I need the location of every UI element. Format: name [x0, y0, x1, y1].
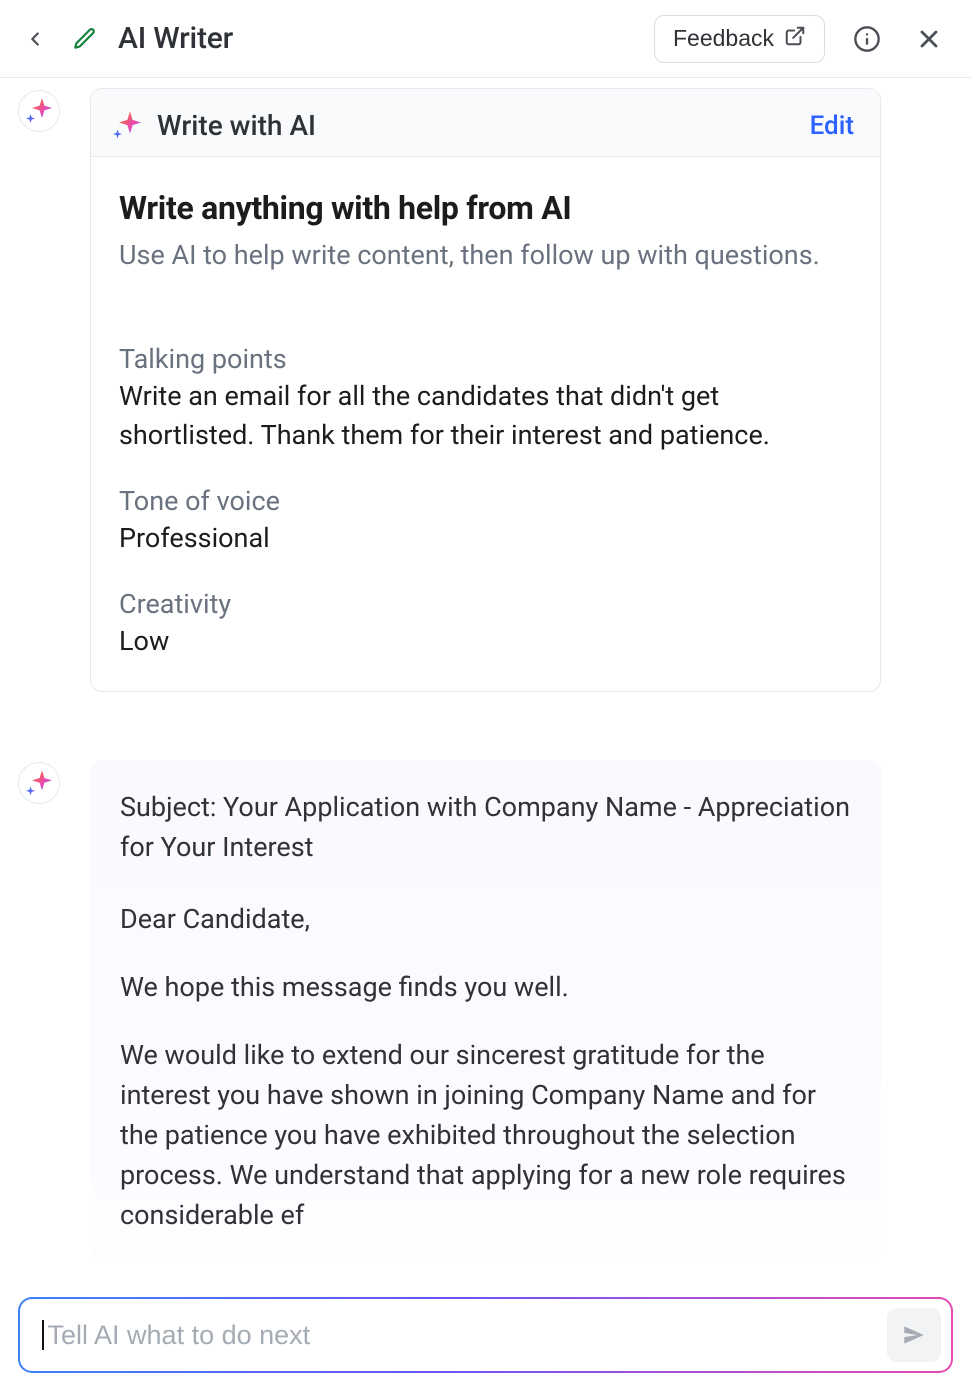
- sparkle-icon: [26, 98, 52, 124]
- conversation-area: Write with AI Edit Write anything with h…: [0, 78, 971, 1290]
- prompt-field: Tone of voice Professional: [119, 485, 852, 558]
- prompt-heading: Write anything with help from AI: [119, 189, 852, 227]
- top-bar: AI Writer Feedback: [0, 0, 971, 78]
- top-bar-left: AI Writer: [18, 21, 233, 56]
- email-paragraph: We hope this message finds you well.: [120, 968, 851, 1008]
- composer-input[interactable]: [46, 1319, 888, 1352]
- sparkle-icon: [26, 770, 52, 796]
- back-button[interactable]: [18, 22, 52, 56]
- prompt-field: Creativity Low: [119, 588, 852, 661]
- text-caret: [42, 1320, 44, 1350]
- feedback-button-label: Feedback: [673, 25, 774, 52]
- composer-inner: [20, 1299, 951, 1371]
- close-button[interactable]: [909, 19, 949, 59]
- prompt-field: Talking points Write an email for all th…: [119, 343, 852, 455]
- info-icon: [853, 25, 881, 53]
- edit-prompt-link[interactable]: Edit: [810, 111, 854, 141]
- prompt-subheading: Use AI to help write content, then follo…: [119, 237, 852, 275]
- ai-response-body: Subject: Your Application with Company N…: [90, 760, 881, 1264]
- ai-avatar: [18, 762, 60, 804]
- prompt-card: Write with AI Edit Write anything with h…: [90, 88, 881, 692]
- close-icon: [915, 25, 943, 53]
- prompt-field-value: Professional: [119, 519, 852, 558]
- info-button[interactable]: [847, 19, 887, 59]
- sparkle-icon: [113, 112, 141, 140]
- feedback-button[interactable]: Feedback: [654, 15, 825, 63]
- pencil-icon: [72, 26, 98, 52]
- send-icon: [901, 1322, 927, 1348]
- prompt-card-title: Write with AI: [157, 109, 316, 142]
- prompt-field-value: Low: [119, 622, 852, 661]
- prompt-field-value: Write an email for all the candidates th…: [119, 377, 852, 455]
- send-button[interactable]: [887, 1308, 941, 1362]
- edit-title-button[interactable]: [70, 24, 100, 54]
- prompt-field-label: Tone of voice: [119, 485, 852, 517]
- prompt-card-header: Write with AI Edit: [91, 89, 880, 157]
- prompt-message: Write with AI Edit Write anything with h…: [0, 88, 971, 692]
- email-subject: Subject: Your Application with Company N…: [120, 788, 851, 868]
- page-title: AI Writer: [118, 21, 233, 56]
- email-paragraph: Dear Candidate,: [120, 900, 851, 940]
- external-link-icon: [784, 25, 806, 53]
- ai-avatar: [18, 90, 60, 132]
- email-paragraph: We would like to extend our sincerest gr…: [120, 1036, 851, 1236]
- prompt-field-label: Creativity: [119, 588, 852, 620]
- prompt-card-body: Write anything with help from AI Use AI …: [91, 157, 880, 691]
- composer-shell: [18, 1297, 953, 1373]
- chevron-left-icon: [24, 28, 46, 50]
- ai-response-message: Subject: Your Application with Company N…: [0, 760, 971, 1264]
- prompt-field-label: Talking points: [119, 343, 852, 375]
- composer-bar: [0, 1290, 971, 1400]
